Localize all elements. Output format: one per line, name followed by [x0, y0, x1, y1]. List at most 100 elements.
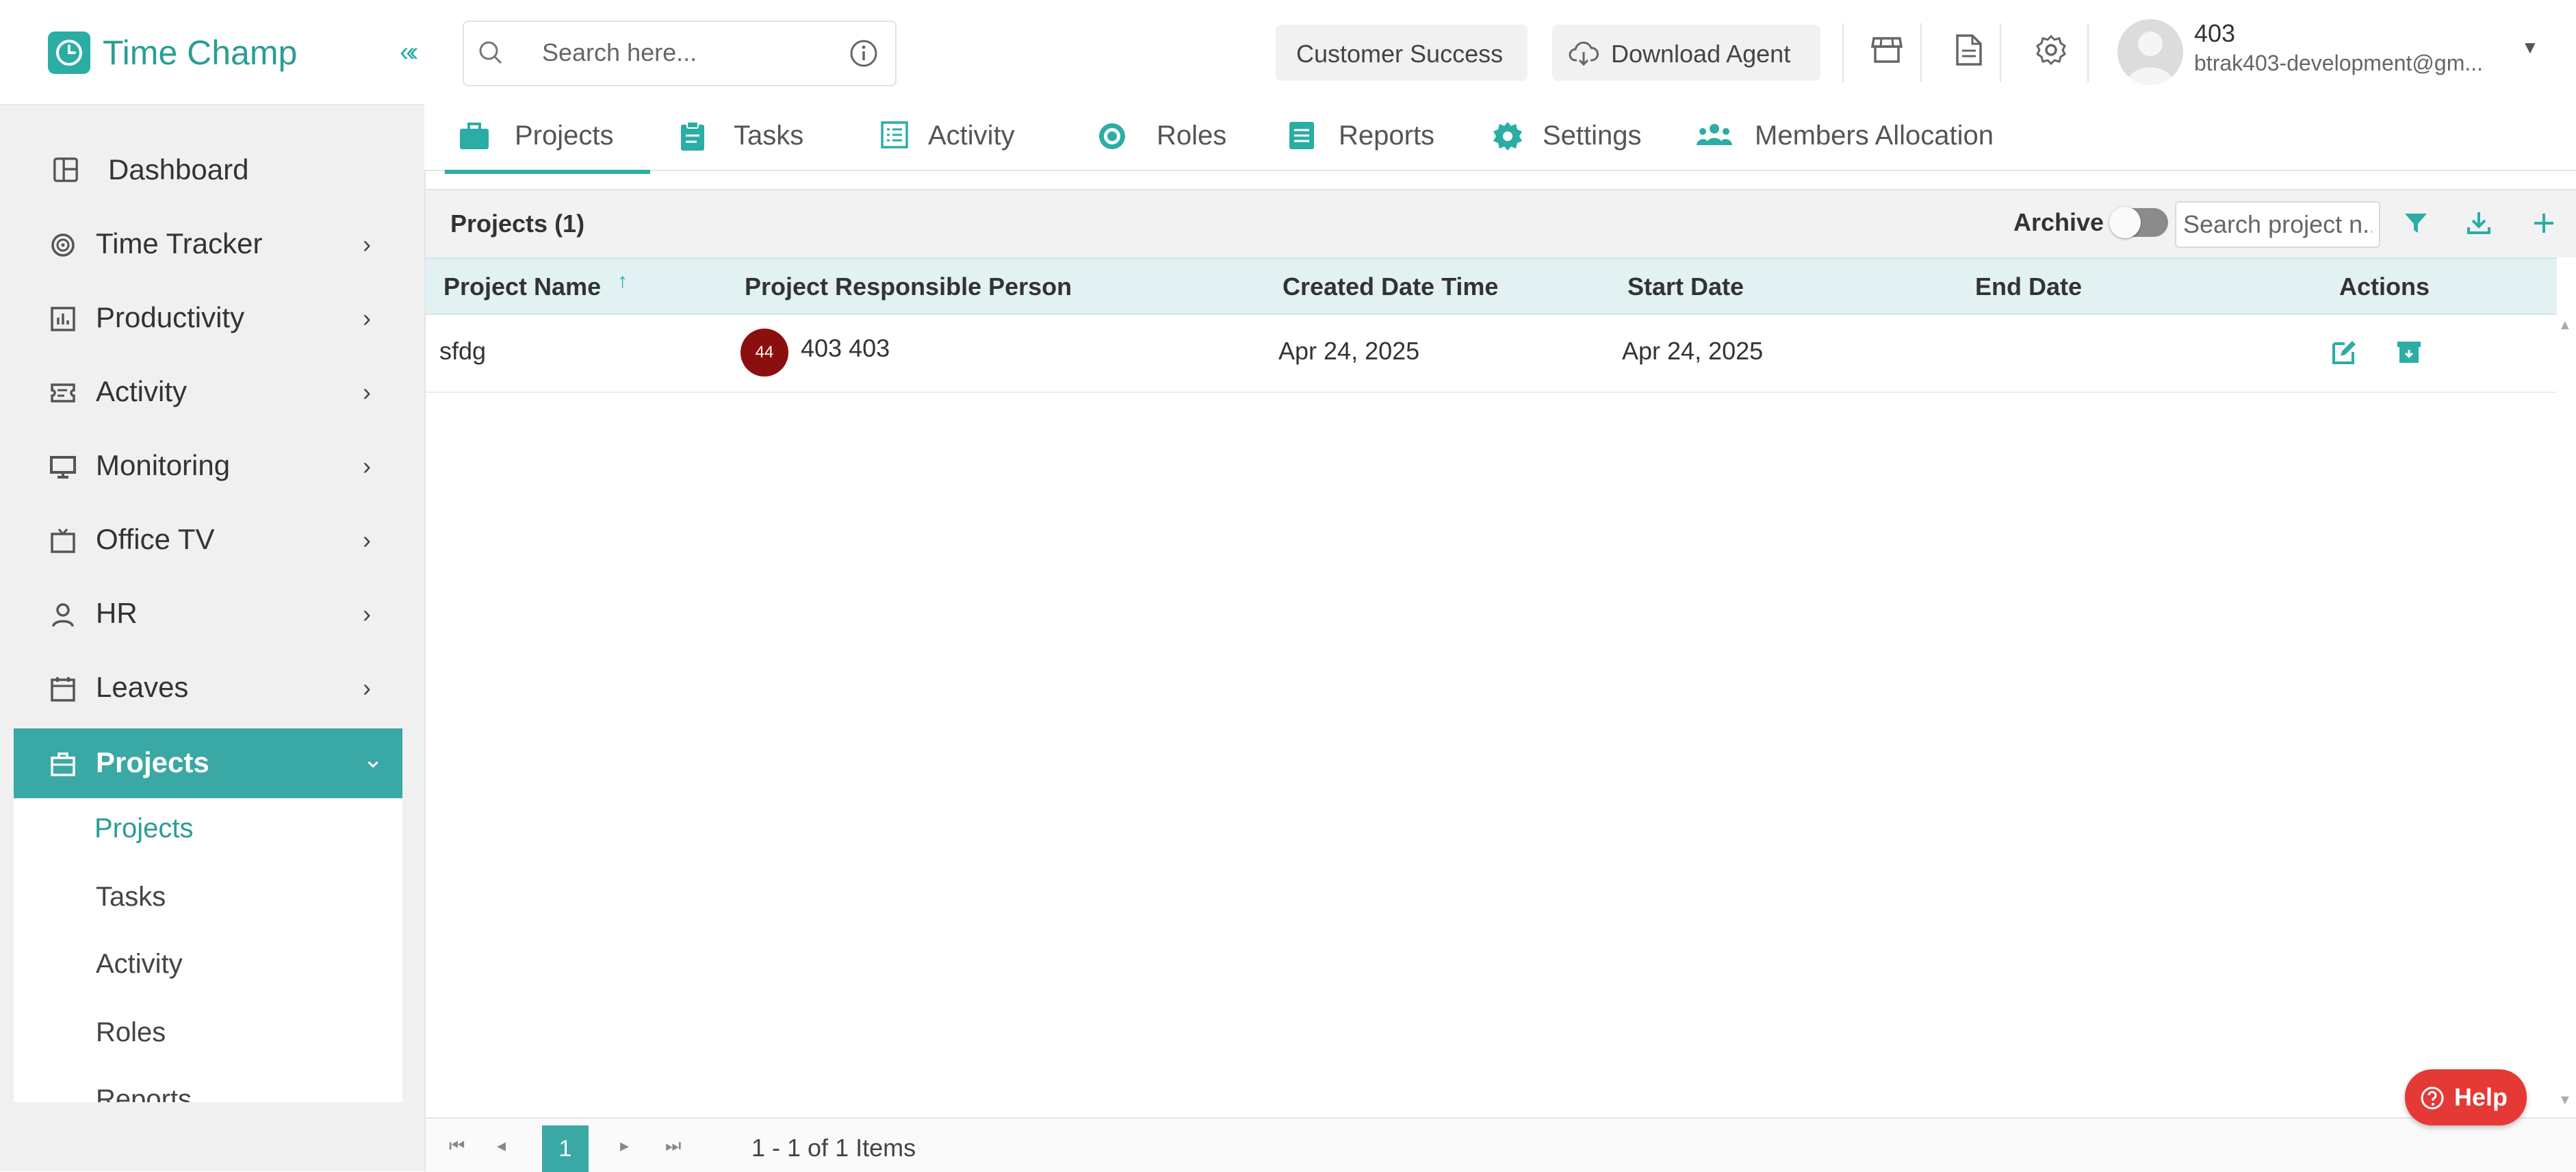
help-question-icon	[2421, 1086, 2444, 1110]
tab-reports[interactable]: Reports	[1288, 104, 1452, 170]
archive-toggle[interactable]	[2109, 207, 2168, 238]
last-page-icon[interactable]: ⏭	[665, 1135, 681, 1157]
tab-activity[interactable]: Activity	[880, 104, 1044, 170]
sidebar-item-monitoring[interactable]: Monitoring ›	[14, 431, 402, 501]
grid-header-row: Project Name ↑ Project Responsible Perso…	[426, 257, 2557, 315]
search-input[interactable]	[541, 37, 838, 68]
tab-label: Members Allocation	[1755, 120, 1994, 151]
brand-name: Time Champ	[103, 34, 298, 72]
submenu-item-roles[interactable]: Roles	[96, 1017, 166, 1048]
grid-pager: ⏮ ◂ 1 ▸ ⏭ 1 - 1 of 1 Items	[426, 1117, 2576, 1172]
grid-title: Projects (1)	[450, 209, 585, 238]
user-avatar[interactable]	[2117, 19, 2183, 85]
user-silhouette-icon	[2127, 31, 2174, 85]
tab-label: Settings	[1543, 120, 1642, 151]
search-icon	[479, 41, 502, 64]
previous-page-icon[interactable]: ◂	[497, 1135, 506, 1156]
chevron-right-icon: ›	[363, 526, 371, 554]
chevron-right-icon: ›	[363, 378, 371, 406]
customer-success-label: Customer Success	[1296, 40, 1504, 68]
store-icon[interactable]	[1870, 33, 1904, 67]
download-agent-button[interactable]: Download Agent	[1552, 25, 1820, 81]
tab-roles[interactable]: Roles	[1096, 104, 1233, 170]
brand-header: Time Champ «‹	[0, 0, 424, 105]
tab-label: Activity	[928, 120, 1015, 151]
user-menu-caret-icon[interactable]: ▼	[2521, 37, 2539, 58]
help-label: Help	[2454, 1083, 2508, 1111]
tab-settings[interactable]: Settings	[1492, 104, 1663, 170]
tab-label: Reports	[1339, 120, 1435, 151]
project-search-input[interactable]	[2175, 201, 2380, 248]
column-start-date[interactable]: Start Date	[1627, 272, 1744, 301]
chevron-right-icon: ›	[363, 304, 371, 332]
sidebar-item-projects[interactable]: Projects ⌄	[14, 728, 402, 798]
monitor-icon	[50, 456, 76, 479]
dashboard-icon	[53, 157, 78, 182]
help-button[interactable]: Help	[2405, 1069, 2527, 1125]
tab-projects[interactable]: Projects	[445, 104, 650, 174]
sort-ascending-icon[interactable]: ↑	[617, 270, 628, 293]
sidebar-item-label: Time Tracker	[96, 227, 263, 259]
submenu-item-tasks[interactable]: Tasks	[96, 882, 166, 913]
sidebar-item-leaves[interactable]: Leaves ›	[14, 653, 402, 723]
tab-members-allocation[interactable]: Members Allocation	[1696, 104, 2024, 170]
person-icon	[52, 603, 74, 627]
header-divider	[2000, 23, 2001, 82]
collapse-sidebar-icon[interactable]: «‹	[400, 37, 418, 68]
sidebar-item-hr[interactable]: HR ›	[14, 579, 402, 649]
customer-success-button[interactable]: Customer Success	[1276, 25, 1528, 81]
scroll-up-arrow-icon[interactable]: ▲	[2558, 318, 2572, 333]
download-icon[interactable]	[2465, 209, 2493, 237]
sidebar-item-productivity[interactable]: Productivity ›	[14, 283, 402, 353]
sidebar-item-activity[interactable]: Activity ›	[14, 357, 402, 427]
members-icon	[1697, 124, 1732, 145]
sidebar-item-label: Dashboard	[108, 153, 249, 186]
settings-gear-icon[interactable]	[2034, 33, 2068, 67]
sidebar-item-label: Leaves	[96, 671, 189, 703]
download-agent-label: Download Agent	[1611, 40, 1791, 68]
column-end-date[interactable]: End Date	[1975, 272, 2082, 301]
user-name: 403	[2194, 19, 2236, 47]
column-responsible-person[interactable]: Project Responsible Person	[745, 272, 1072, 301]
sidebar-item-label: Productivity	[96, 301, 245, 333]
column-project-name[interactable]: Project Name	[443, 272, 601, 301]
chevron-down-icon: ⌄	[363, 745, 384, 773]
info-icon[interactable]	[849, 38, 879, 68]
add-icon[interactable]	[2531, 209, 2557, 237]
submenu-item-reports[interactable]: Reports	[96, 1084, 192, 1102]
header-divider	[1920, 23, 1922, 82]
project-tabs: Projects Tasks Activity Roles Reports Se…	[424, 104, 2576, 174]
time-tracker-icon	[51, 233, 75, 257]
filter-icon[interactable]	[2402, 209, 2430, 237]
archive-icon[interactable]	[2395, 338, 2423, 366]
activity-icon	[51, 383, 75, 403]
cell-created-date-time: Apr 24, 2025	[1278, 337, 1420, 365]
sidebar-item-dashboard[interactable]: Dashboard	[14, 136, 402, 205]
chevron-right-icon: ›	[363, 674, 371, 702]
edit-icon[interactable]	[2331, 338, 2358, 366]
projects-submenu: Projects Tasks Activity Roles Reports	[14, 798, 402, 1102]
scroll-down-arrow-icon[interactable]: ▼	[2558, 1093, 2572, 1108]
grid-toolbar: Projects (1) Archive	[426, 190, 2576, 257]
sidebar-item-time-tracker[interactable]: Time Tracker ›	[14, 209, 402, 279]
sidebar-item-label: Office TV	[96, 523, 215, 555]
document-icon[interactable]	[1953, 33, 1985, 67]
column-actions: Actions	[2339, 272, 2430, 301]
roles-gear-icon	[1099, 123, 1125, 149]
time-champ-logo-icon[interactable]	[48, 31, 90, 74]
submenu-item-projects[interactable]: Projects	[94, 813, 194, 844]
archive-label: Archive	[2013, 208, 2104, 236]
tab-label: Tasks	[734, 120, 804, 151]
next-page-icon[interactable]: ▸	[620, 1135, 629, 1156]
tab-tasks[interactable]: Tasks	[679, 104, 829, 170]
global-search[interactable]	[463, 21, 897, 86]
submenu-item-activity[interactable]: Activity	[96, 949, 183, 980]
clipboard-icon	[681, 121, 704, 151]
pager-info: 1 - 1 of 1 Items	[751, 1134, 916, 1162]
first-page-icon[interactable]: ⏮	[449, 1135, 465, 1157]
settings-icon	[1493, 122, 1522, 151]
table-row[interactable]: sfdg 44 403 403 Apr 24, 2025 Apr 24, 202…	[426, 314, 2557, 393]
page-number-button[interactable]: 1	[542, 1125, 589, 1172]
column-created-date-time[interactable]: Created Date Time	[1283, 272, 1498, 301]
sidebar-item-office-tv[interactable]: Office TV ›	[14, 505, 402, 575]
